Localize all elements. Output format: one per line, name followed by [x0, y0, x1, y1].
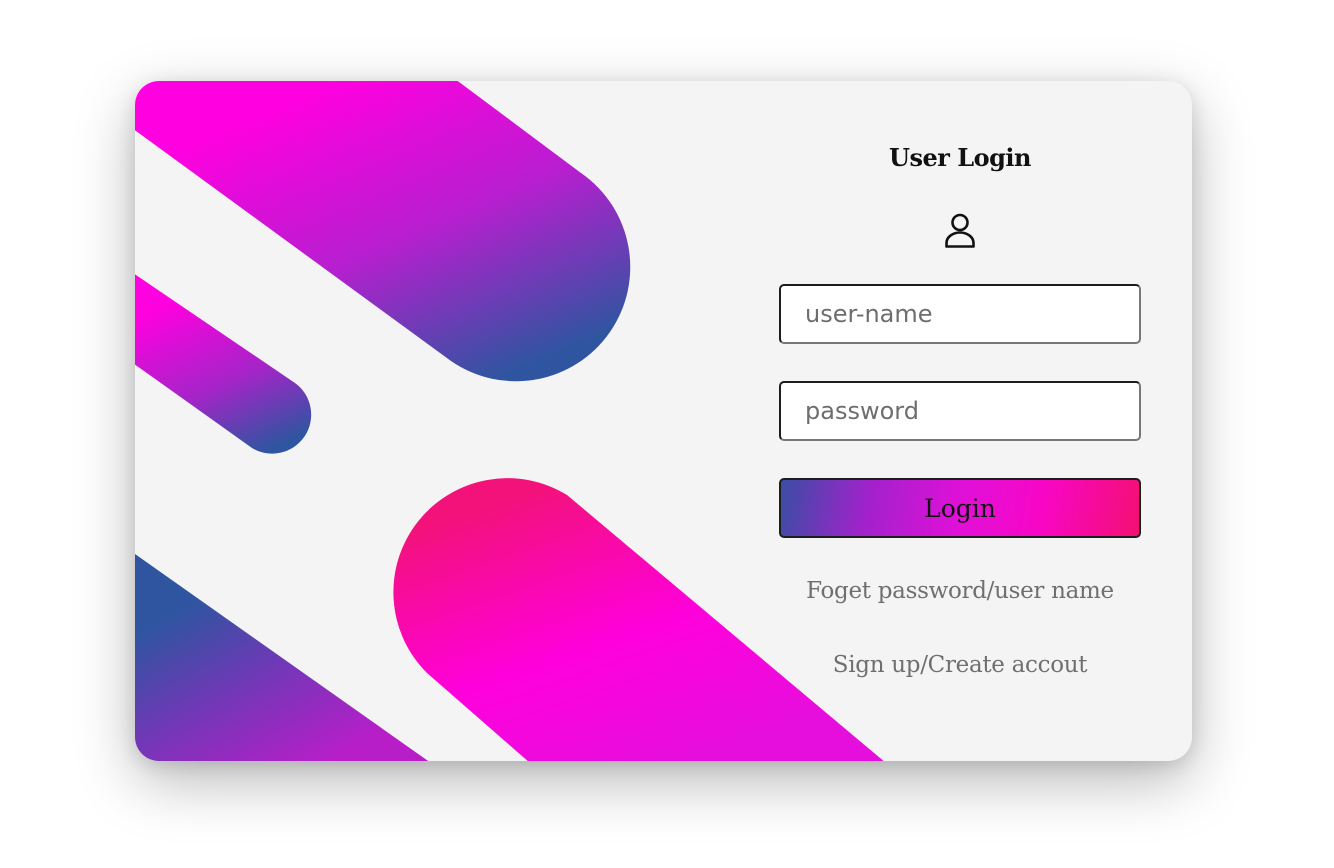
small-capsule-shape	[135, 274, 312, 454]
password-input[interactable]	[779, 381, 1141, 441]
login-panel: User Login Login Foget password/user nam…	[779, 81, 1141, 761]
page: User Login Login Foget password/user nam…	[0, 0, 1334, 868]
username-input[interactable]	[779, 284, 1141, 344]
user-icon	[945, 213, 975, 248]
bottom-left-band-shape	[135, 554, 429, 761]
login-title: User Login	[889, 143, 1031, 172]
login-button[interactable]: Login	[779, 478, 1141, 538]
forgot-password-link[interactable]: Foget password/user name	[779, 578, 1141, 604]
login-card: User Login Login Foget password/user nam…	[135, 81, 1192, 761]
signup-link[interactable]: Sign up/Create accout	[779, 652, 1141, 678]
